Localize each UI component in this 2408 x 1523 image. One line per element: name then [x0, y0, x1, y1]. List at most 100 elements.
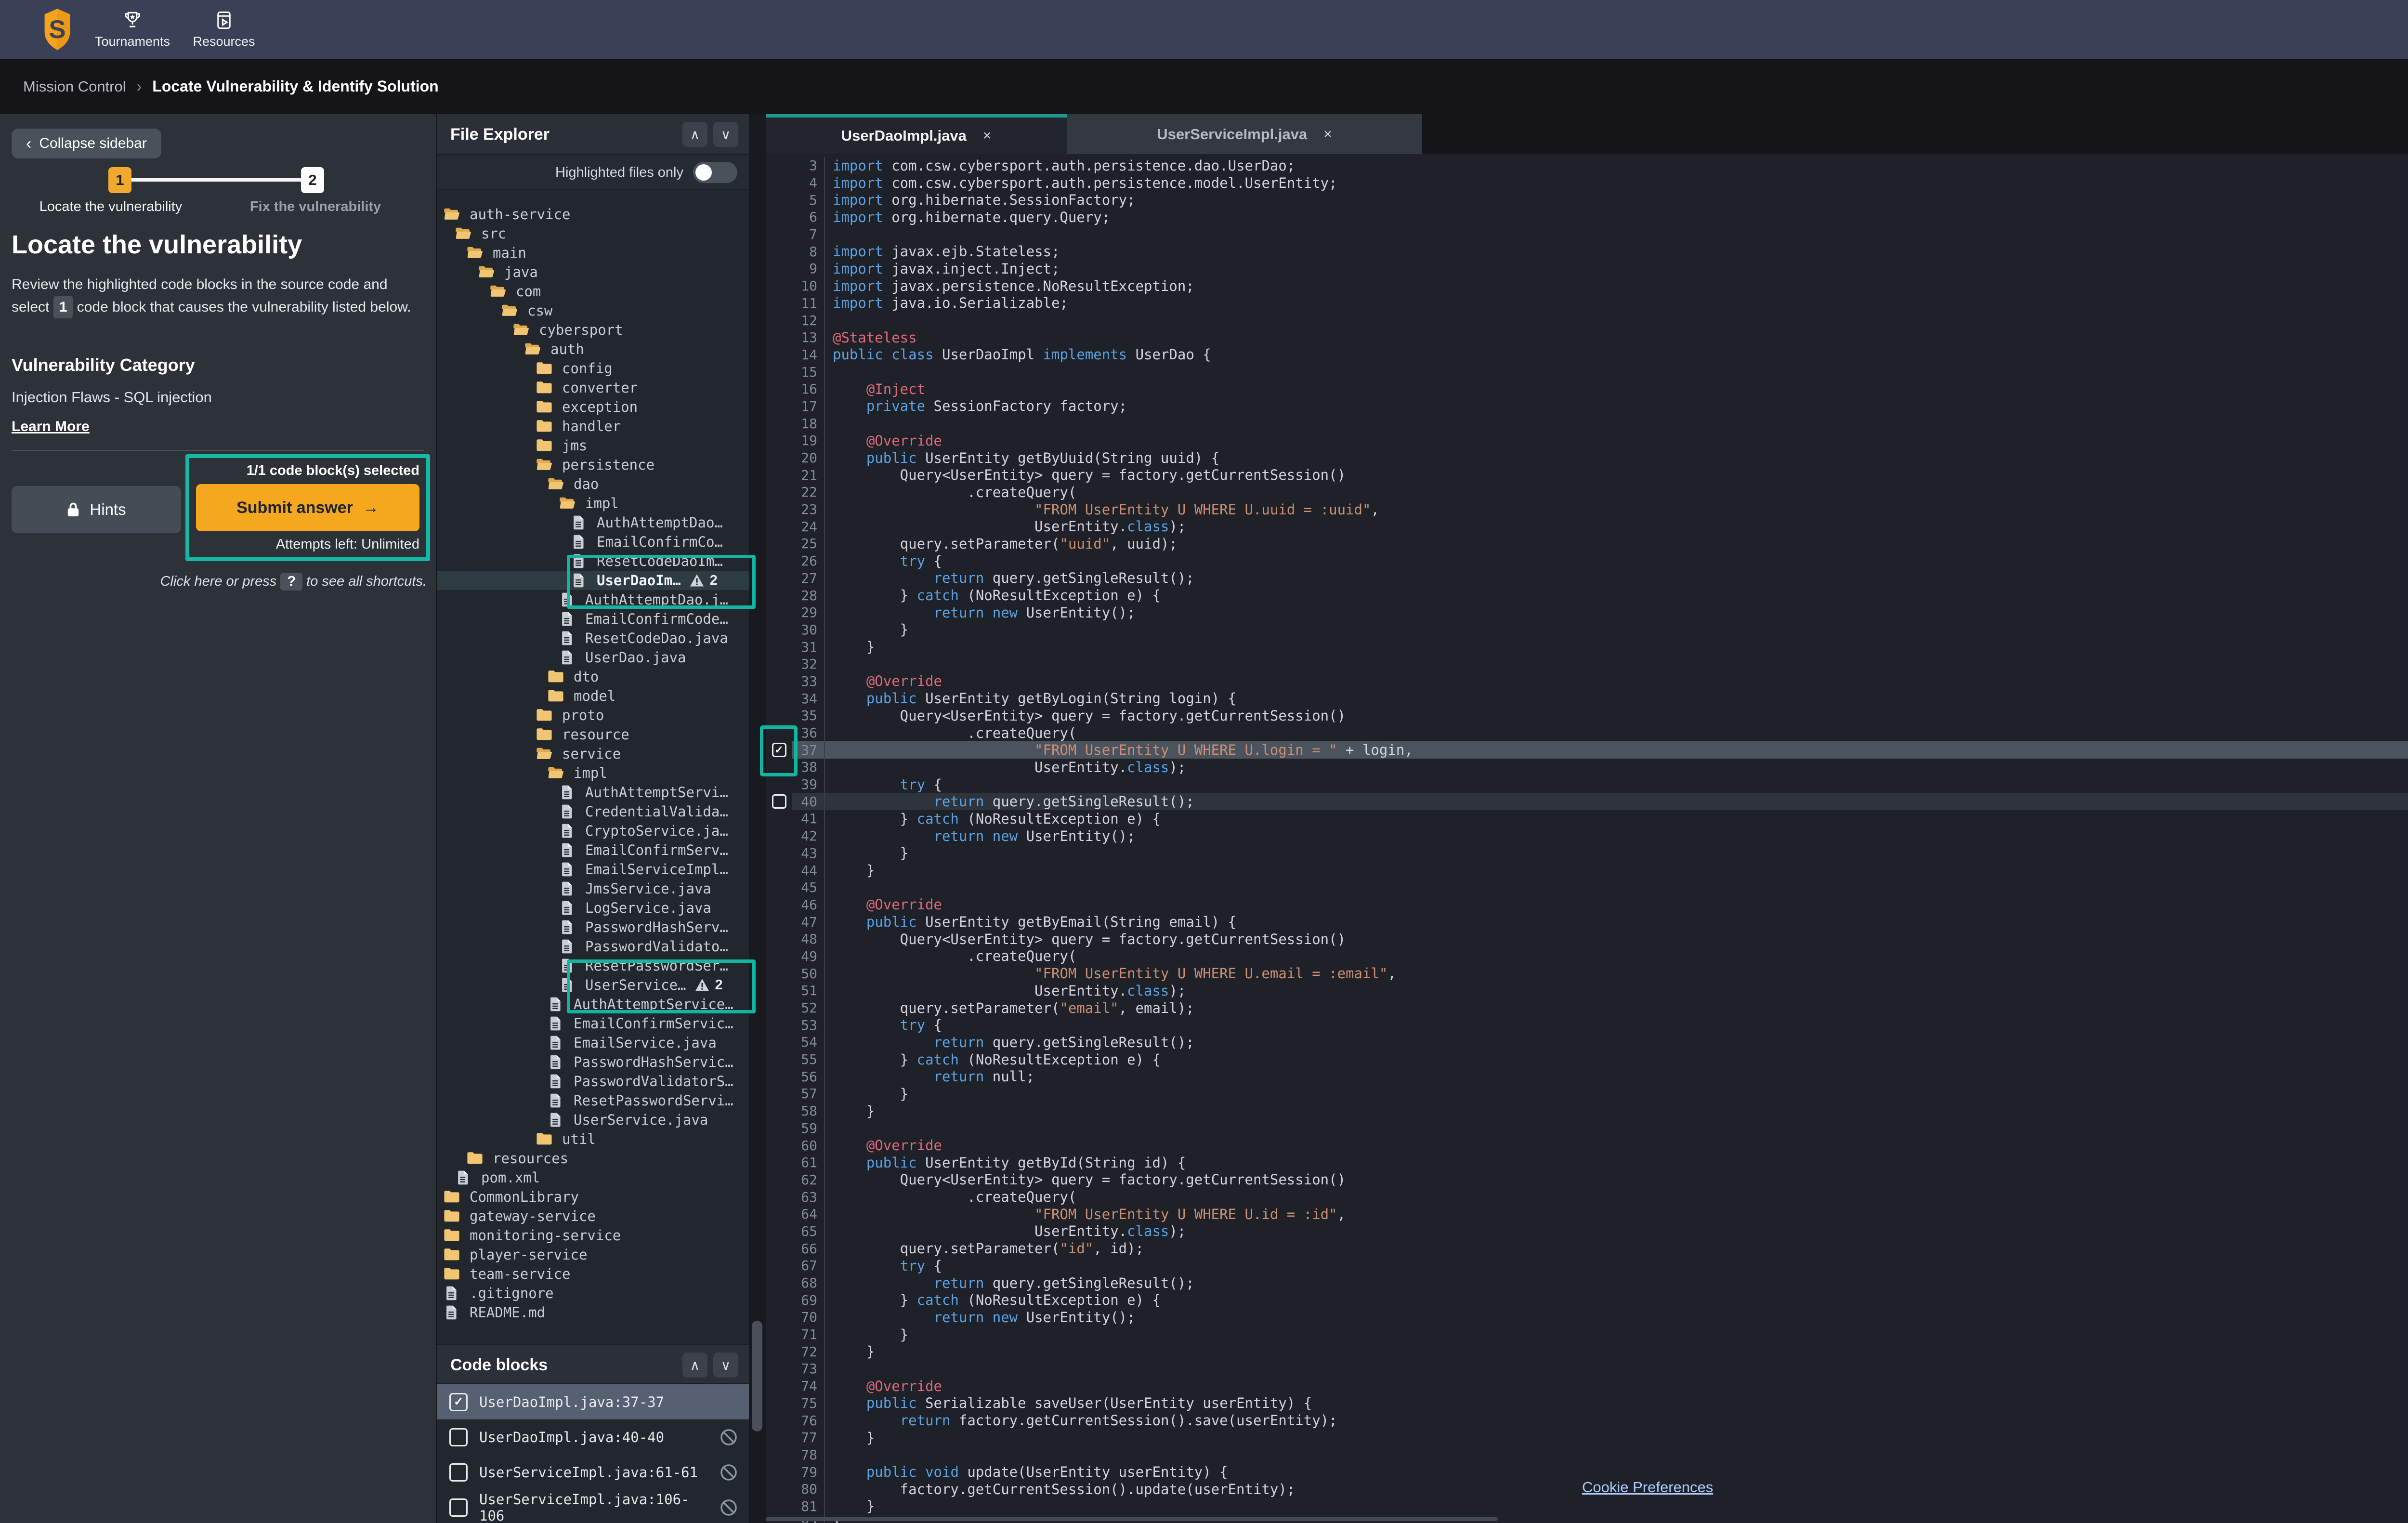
brand-shield-logo-icon[interactable]: S	[41, 8, 73, 51]
tree-item[interactable]: PasswordValidato…	[437, 937, 749, 956]
tree-item[interactable]: gateway-service	[437, 1207, 749, 1226]
code-blocks-next-button[interactable]: ∨	[713, 1352, 738, 1378]
explorer-prev-button[interactable]: ∧	[682, 122, 707, 147]
line-number: 44	[792, 863, 817, 879]
tree-item[interactable]: PasswordValidatorS…	[437, 1072, 749, 1091]
nav-item-resources[interactable]: Resources	[178, 0, 270, 59]
cookie-preferences-link[interactable]: Cookie Preferences	[1582, 1479, 1713, 1496]
tree-item[interactable]: config	[437, 359, 749, 378]
tree-item[interactable]: ResetCodeDao.java	[437, 629, 749, 648]
tree-item[interactable]: resource	[437, 725, 749, 744]
tree-item[interactable]: persistence	[437, 455, 749, 474]
tree-item[interactable]: AuthAttemptServi…	[437, 783, 749, 802]
code-block-item[interactable]: UserServiceImpl.java:106-106	[437, 1490, 749, 1523]
line-number: 17	[792, 398, 817, 414]
tree-item[interactable]: EmailConfirmCode…	[437, 609, 749, 629]
tree-item[interactable]: csw	[437, 301, 749, 320]
nav-item-tournaments[interactable]: Tournaments	[87, 0, 178, 59]
tree-item[interactable]: java	[437, 263, 749, 282]
tree-item[interactable]: util	[437, 1129, 749, 1149]
tree-item[interactable]: resources	[437, 1149, 749, 1168]
tree-item[interactable]: impl	[437, 494, 749, 513]
explorer-scrollbar[interactable]	[749, 114, 766, 1523]
horizontal-scrollbar-thumb[interactable]	[766, 1517, 1498, 1521]
code-block-item[interactable]: UserDaoImpl.java:40-40	[437, 1419, 749, 1455]
tree-item[interactable]: src	[437, 224, 749, 243]
tree-item[interactable]: EmailService.java	[437, 1033, 749, 1052]
tab-userserviceimpl[interactable]: UserServiceImpl.java ×	[1067, 114, 1422, 154]
explorer-next-button[interactable]: ∨	[713, 122, 738, 147]
line-number: 30	[792, 622, 817, 638]
line-number: 62	[792, 1172, 817, 1188]
blocked-icon	[720, 1429, 737, 1446]
collapse-sidebar-button[interactable]: ‹ Collapse sidebar	[12, 129, 161, 158]
code-blocks-prev-button[interactable]: ∧	[682, 1352, 707, 1378]
code-block-item[interactable]: UserServiceImpl.java:61-61	[437, 1455, 749, 1490]
tree-item-label: PasswordHashServ…	[585, 919, 728, 935]
tree-item[interactable]: CredentialValida…	[437, 802, 749, 821]
tree-item[interactable]: UserService…2	[437, 975, 749, 995]
close-icon[interactable]: ×	[983, 128, 992, 144]
tree-item[interactable]: cybersport	[437, 320, 749, 340]
tree-item[interactable]: AuthAttemptDao…	[437, 513, 749, 532]
tree-item[interactable]: player-service	[437, 1245, 749, 1264]
learn-more-link[interactable]: Learn More	[12, 419, 90, 435]
tree-item[interactable]: com	[437, 282, 749, 301]
tree-item[interactable]: ResetPasswordServi…	[437, 1091, 749, 1110]
hints-button[interactable]: Hints	[12, 486, 181, 533]
tree-item[interactable]: main	[437, 243, 749, 263]
scrollbar-thumb[interactable]	[752, 1321, 762, 1431]
line-number: 68	[792, 1275, 817, 1291]
highlighted-files-toggle[interactable]	[693, 162, 737, 183]
code-block-item[interactable]: ✓UserDaoImpl.java:37-37	[437, 1384, 749, 1419]
submit-answer-button[interactable]: Submit answer →	[196, 484, 419, 531]
attempts-left-label: Attempts left: Unlimited	[196, 537, 419, 552]
gutter-divider	[824, 226, 825, 243]
tree-item[interactable]: EmailConfirmServic…	[437, 1014, 749, 1033]
tree-item[interactable]: ResetCodeDaoIm…	[437, 551, 749, 571]
tree-item[interactable]: jms	[437, 436, 749, 455]
tree-item[interactable]: .gitignore	[437, 1284, 749, 1303]
tree-item[interactable]: UserDao.java	[437, 648, 749, 667]
tree-item[interactable]: CryptoService.ja…	[437, 821, 749, 840]
tab-userdaoimpl[interactable]: UserDaoImpl.java ×	[766, 114, 1067, 154]
tree-item[interactable]: handler	[437, 417, 749, 436]
tree-item[interactable]: dao	[437, 474, 749, 494]
tree-item[interactable]: PasswordHashServ…	[437, 918, 749, 937]
tree-item[interactable]: team-service	[437, 1264, 749, 1284]
tree-item[interactable]: PasswordHashServic…	[437, 1052, 749, 1072]
tree-item[interactable]: impl	[437, 763, 749, 783]
tree-item[interactable]: pom.xml	[437, 1168, 749, 1187]
tree-item[interactable]: EmailServiceImpl…	[437, 860, 749, 879]
code-block-checkbox[interactable]	[449, 1463, 468, 1482]
tree-item[interactable]: EmailConfirmCo…	[437, 532, 749, 551]
line-number: 54	[792, 1034, 817, 1050]
tree-item[interactable]: auth	[437, 340, 749, 359]
tree-item[interactable]: CommonLibrary	[437, 1187, 749, 1207]
tree-item[interactable]: auth-service	[437, 205, 749, 224]
tree-item[interactable]: AuthAttemptService…	[437, 995, 749, 1014]
tree-item[interactable]: UserDaoIm…2	[437, 571, 749, 590]
tree-item[interactable]: UserService.java	[437, 1110, 749, 1129]
code-block-checkbox[interactable]	[449, 1498, 468, 1517]
tree-item[interactable]: EmailConfirmServ…	[437, 840, 749, 860]
tree-item[interactable]: converter	[437, 378, 749, 397]
tree-item[interactable]: ResetPasswordSer…	[437, 956, 749, 975]
tree-item[interactable]: exception	[437, 397, 749, 417]
line-40-checkbox[interactable]	[772, 794, 786, 809]
line-37-checkbox[interactable]: ✓	[772, 743, 786, 757]
code-block-checkbox[interactable]: ✓	[449, 1393, 468, 1411]
tree-item[interactable]: model	[437, 686, 749, 706]
close-icon[interactable]: ×	[1323, 126, 1332, 143]
shortcuts-hint[interactable]: Click here or press ? to see all shortcu…	[12, 573, 427, 591]
code-block-checkbox[interactable]	[449, 1428, 468, 1446]
tree-item[interactable]: LogService.java	[437, 898, 749, 918]
tree-item[interactable]: proto	[437, 706, 749, 725]
tree-item[interactable]: README.md	[437, 1303, 749, 1322]
tree-item[interactable]: dto	[437, 667, 749, 686]
tree-item[interactable]: JmsService.java	[437, 879, 749, 898]
tree-item[interactable]: service	[437, 744, 749, 763]
breadcrumb-parent-link[interactable]: Mission Control	[23, 78, 126, 95]
tree-item[interactable]: AuthAttemptDao.j…	[437, 590, 749, 609]
tree-item[interactable]: monitoring-service	[437, 1226, 749, 1245]
